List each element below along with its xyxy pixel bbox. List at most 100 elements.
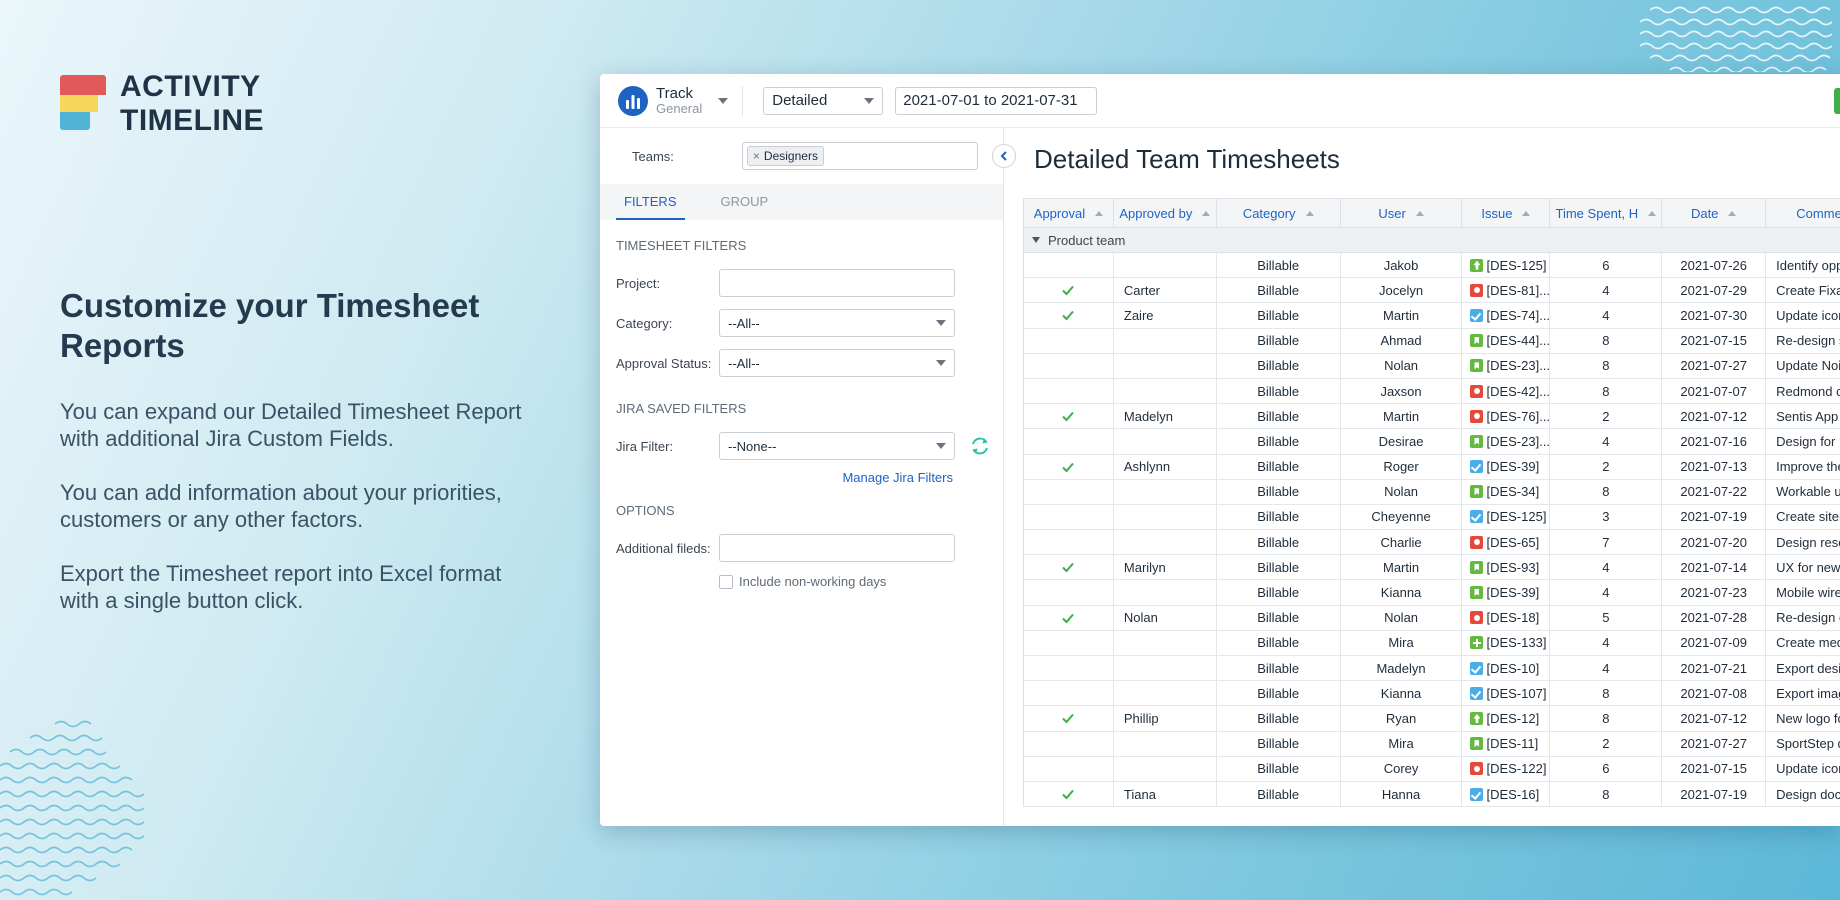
issue-key-link[interactable]: [DES-107]	[1486, 686, 1546, 701]
decorative-waves-top-right	[1640, 6, 1833, 72]
export-button[interactable]	[1834, 88, 1840, 114]
column-header-time-spent[interactable]: Time Spent, H	[1550, 199, 1663, 227]
table-row[interactable]: Billable Corey [DES-122] 6 2021-07-15 Update …	[1024, 756, 1840, 782]
issue-key-link[interactable]: [DES-39]	[1486, 585, 1539, 600]
column-header-approved-by[interactable]: Approved by	[1114, 199, 1217, 227]
category-select[interactable]: --All--	[719, 309, 955, 337]
comment-cell: Improve the	[1766, 455, 1840, 479]
issue-key-link[interactable]: [DES-74]...	[1486, 308, 1549, 323]
issue-key-link[interactable]: [DES-125]	[1486, 258, 1546, 273]
approved-by-cell	[1114, 253, 1217, 278]
approval-status-select[interactable]: --All--	[719, 349, 955, 377]
table-row[interactable]: Billable Madelyn [DES-10] 4 2021-07-21 Export…	[1024, 656, 1840, 682]
issue-key-link[interactable]: [DES-81]...	[1486, 283, 1549, 298]
table-row[interactable]: Billable Cheyenne [DES-125] 3 2021-07-19 Crea…	[1024, 504, 1840, 531]
table-row[interactable]: Tiana Billable Hanna [DES-16] 8 2021-07-19 Des…	[1024, 781, 1840, 808]
issue-key-link[interactable]: [DES-76]...	[1486, 409, 1549, 424]
approved-by-cell	[1114, 580, 1217, 605]
date-range-picker[interactable]: 2021-07-01 to 2021-07-31	[895, 86, 1098, 115]
column-header-date[interactable]: Date	[1662, 199, 1767, 227]
sort-icon[interactable]	[1202, 210, 1211, 216]
include-non-working-days-checkbox[interactable]	[719, 574, 733, 589]
table-row[interactable]: Zaire Billable Martin [DES-74]... 4 2021-07-3…	[1024, 303, 1840, 329]
user-cell: Madelyn	[1341, 656, 1463, 681]
column-header-label: Approved by	[1119, 205, 1193, 221]
issue-key-link[interactable]: [DES-16]	[1486, 787, 1539, 802]
issue-key-link[interactable]: [DES-34]	[1486, 484, 1539, 499]
issue-key-link[interactable]: [DES-23]...	[1486, 434, 1549, 449]
table-row[interactable]: Billable Mira [DES-11] 2 2021-07-27 SportStep…	[1024, 731, 1840, 757]
user-cell: Kianna	[1341, 681, 1463, 706]
teams-multiselect[interactable]: × Designers	[741, 142, 978, 170]
group-name: Product team	[1048, 232, 1126, 248]
issue-key-link[interactable]: [DES-133]	[1486, 635, 1546, 650]
table-row[interactable]: Marilyn Billable Martin [DES-93] 4 2021-07-14…	[1024, 555, 1840, 581]
table-row[interactable]: Madelyn Billable Martin [DES-76]... 2 2021-07…	[1024, 404, 1840, 430]
issue-cell: [DES-125]	[1462, 504, 1551, 530]
issue-key-link[interactable]: [DES-125]	[1486, 509, 1546, 524]
approved-by-cell	[1114, 530, 1217, 555]
date-cell: 2021-07-07	[1662, 378, 1767, 404]
table-row[interactable]: Billable Desirae [DES-23]... 4 2021-07-16 Des…	[1024, 429, 1840, 455]
table-row[interactable]: Billable Charlie [DES-65] 7 2021-07-20 Design…	[1024, 530, 1840, 556]
manage-jira-filters-link[interactable]: Manage Jira Filters	[600, 470, 1003, 485]
column-header-issue[interactable]: Issue	[1462, 199, 1551, 227]
issue-key-link[interactable]: [DES-42]...	[1486, 384, 1549, 399]
group-row[interactable]: Product team	[1023, 228, 1840, 253]
remove-chip-icon[interactable]: ×	[753, 149, 760, 163]
table-row[interactable]: Ashlynn Billable Roger [DES-39] 2 2021-07-13 I…	[1024, 454, 1840, 480]
column-header-category[interactable]: Category	[1217, 199, 1341, 227]
table-row[interactable]: Billable Kianna [DES-39] 4 2021-07-23 Mobile …	[1024, 580, 1840, 606]
table-row[interactable]: Billable Nolan [DES-34] 8 2021-07-22 Workable…	[1024, 479, 1840, 505]
issue-key-link[interactable]: [DES-10]	[1486, 661, 1539, 676]
column-header-comment[interactable]: Comme	[1766, 199, 1840, 227]
project-input[interactable]	[719, 269, 955, 297]
table-row[interactable]: Billable Jaxson [DES-42]... 8 2021-07-07 Redm…	[1024, 378, 1840, 405]
approved-by-cell	[1114, 656, 1217, 681]
issue-key-link[interactable]: [DES-65]	[1486, 535, 1539, 550]
issue-key-link[interactable]: [DES-39]	[1486, 459, 1539, 474]
issue-key-link[interactable]: [DES-18]	[1486, 610, 1539, 625]
refresh-icon[interactable]	[969, 435, 991, 457]
table-row[interactable]: Carter Billable Jocelyn [DES-81]... 4 2021-07…	[1024, 278, 1840, 304]
column-header-user[interactable]: User	[1341, 199, 1463, 227]
issue-cell: [DES-16]	[1462, 781, 1551, 807]
view-select[interactable]: Detailed	[763, 86, 884, 115]
issue-key-link[interactable]: [DES-93]	[1486, 560, 1539, 575]
sort-icon[interactable]	[1095, 210, 1104, 216]
jira-filter-select[interactable]: --None--	[719, 432, 955, 460]
approval-cell	[1024, 303, 1114, 328]
additional-fields-input[interactable]	[719, 534, 955, 562]
issue-key-link[interactable]: [DES-11]	[1486, 736, 1538, 751]
table-row[interactable]: Billable Mira [DES-133] 4 2021-07-09 Create m…	[1024, 630, 1840, 656]
table-row[interactable]: Billable Kianna [DES-107] 8 2021-07-08 Export…	[1024, 681, 1840, 707]
issue-type-improvement-icon	[1470, 258, 1484, 272]
sort-icon[interactable]	[1415, 210, 1424, 216]
collapse-group-icon[interactable]	[1032, 237, 1040, 243]
table-row[interactable]: Billable Nolan [DES-23]... 8 2021-07-27 Updat…	[1024, 353, 1840, 379]
tab-filters[interactable]: FILTERS	[616, 184, 685, 220]
time-spent-cell: 8	[1550, 781, 1663, 807]
sort-icon[interactable]	[1648, 210, 1657, 216]
category-cell: Billable	[1217, 605, 1341, 630]
table-row[interactable]: Phillip Billable Ryan [DES-12] 8 2021-07-12 Ne…	[1024, 706, 1840, 732]
table-row[interactable]: Billable Ahmad [DES-44]... 8 2021-07-15 Re-de…	[1024, 328, 1840, 354]
column-header-approval[interactable]: Approval	[1024, 199, 1114, 227]
issue-cell: [DES-39]	[1462, 580, 1551, 605]
tab-group[interactable]: GROUP	[713, 184, 777, 220]
brand: ACTIVITY TIMELINE	[60, 70, 264, 138]
issue-key-link[interactable]: [DES-122]	[1486, 761, 1546, 776]
issue-key-link[interactable]: [DES-23]...	[1486, 358, 1549, 373]
chevron-down-icon[interactable]	[718, 97, 729, 104]
table-row[interactable]: Billable Jakob [DES-125] 6 2021-07-26 Identif…	[1024, 253, 1840, 279]
comment-cell: Create medi	[1766, 631, 1840, 655]
issue-key-link[interactable]: [DES-12]	[1486, 711, 1539, 726]
collapse-sidebar-button[interactable]	[992, 144, 1016, 168]
issue-key-link[interactable]: [DES-44]...	[1486, 333, 1549, 348]
sort-icon[interactable]	[1522, 210, 1531, 216]
table-row[interactable]: Nolan Billable Nolan [DES-18] 5 2021-07-28 Re-…	[1024, 605, 1840, 631]
sort-icon[interactable]	[1728, 210, 1737, 216]
time-spent-cell: 4	[1550, 555, 1663, 580]
track-menu[interactable]: Track General	[656, 86, 702, 116]
sort-icon[interactable]	[1305, 210, 1314, 216]
